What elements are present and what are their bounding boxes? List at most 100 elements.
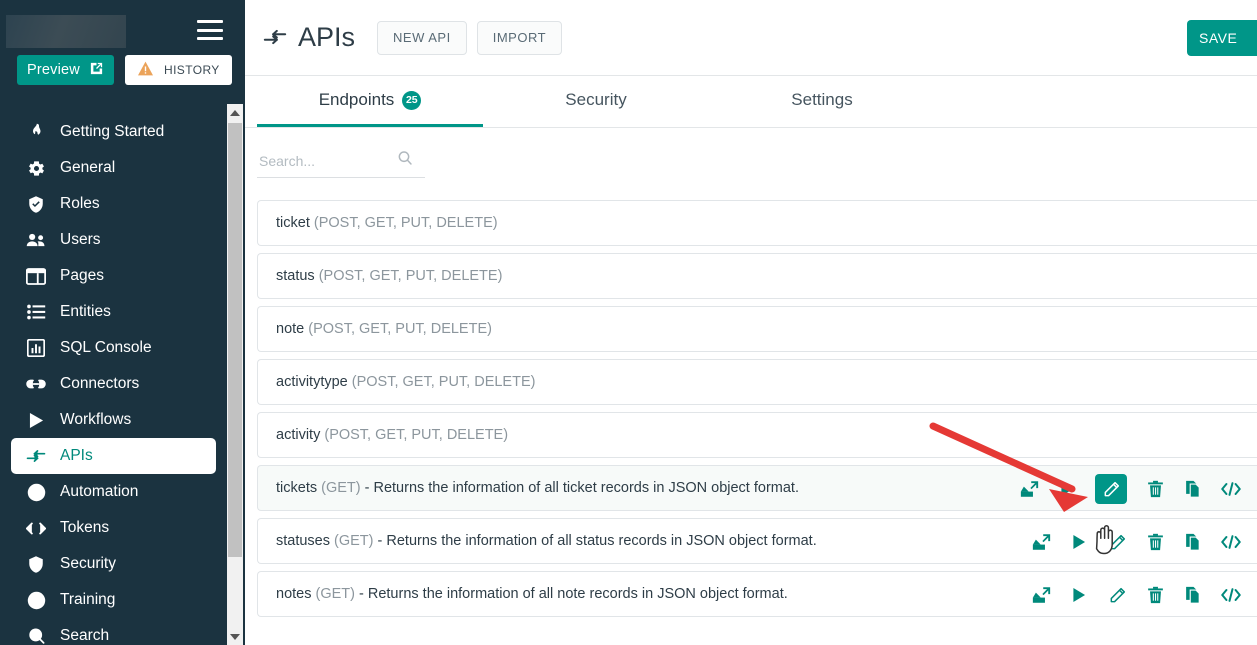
endpoint-label: ticket (POST, GET, PUT, DELETE) [276,215,498,231]
question-circle-icon [26,590,46,610]
run-play-icon[interactable] [1057,479,1077,499]
edit-pencil-icon[interactable] [1107,532,1127,552]
endpoint-row[interactable]: tickets (GET) - Returns the information … [257,465,1257,511]
sidebar-item-security[interactable]: Security [11,546,216,582]
sidebar-item-label: Workflows [60,411,132,428]
sidebar-item-workflows[interactable]: Workflows [11,402,216,438]
preview-button[interactable]: Preview [17,55,114,85]
endpoint-name: statuses [276,533,330,549]
endpoint-verbs: (GET) [334,533,374,549]
tab-label: Security [565,90,627,109]
users-icon [26,230,46,250]
scrollbar-thumb[interactable] [228,123,242,557]
sidebar-item-getting-started[interactable]: Getting Started [11,114,216,150]
sidebar-item-tokens[interactable]: Tokens [11,510,216,546]
sidebar-item-connectors[interactable]: Connectors [11,366,216,402]
view-code-icon[interactable] [1221,585,1241,605]
endpoint-row[interactable]: status (POST, GET, PUT, DELETE) [257,253,1257,299]
bar-chart-icon [26,338,46,358]
endpoint-verbs: (GET) [315,586,355,602]
import-export-icon[interactable] [1019,479,1039,499]
tab-endpoints[interactable]: Endpoints 25 [257,76,483,127]
history-button[interactable]: HISTORY [125,55,232,85]
import-export-icon[interactable] [1031,585,1051,605]
sidebar-item-entities[interactable]: Entities [11,294,216,330]
main-content: APIs NEW API IMPORT SAVE Endpoints 25 Se… [245,0,1257,645]
edit-pencil-icon[interactable] [1107,585,1127,605]
row-actions [1031,572,1241,618]
run-play-icon[interactable] [1069,585,1089,605]
delete-trash-icon[interactable] [1145,479,1165,499]
row-actions [1019,466,1241,512]
external-link-icon [89,61,104,80]
sidebar-item-label: Getting Started [60,123,165,140]
sidebar-item-label: Search [60,627,110,644]
endpoint-label: activity (POST, GET, PUT, DELETE) [276,427,508,443]
sidebar-item-label: Users [60,231,101,248]
delete-trash-icon[interactable] [1145,532,1165,552]
edit-pencil-icon[interactable] [1095,474,1127,504]
sidebar-item-pages[interactable]: Pages [11,258,216,294]
sidebar-item-automation[interactable]: Automation [11,474,216,510]
endpoint-desc: - Returns the information of all status … [377,533,817,549]
search-row [245,128,1257,178]
row-actions [1031,519,1241,565]
endpoint-row[interactable]: note (POST, GET, PUT, DELETE) [257,306,1257,352]
sidebar-item-users[interactable]: Users [11,222,216,258]
sidebar-item-general[interactable]: General [11,150,216,186]
scroll-up-arrow-icon[interactable] [227,104,243,121]
search-input[interactable] [257,152,397,169]
sidebar-item-search[interactable]: Search [11,618,216,645]
endpoint-name: notes [276,586,312,602]
import-export-icon[interactable] [1031,532,1051,552]
endpoint-row[interactable]: activity (POST, GET, PUT, DELETE) [257,412,1257,458]
hamburger-icon[interactable] [197,20,223,40]
endpoint-label: notes (GET) - Returns the information of… [276,586,788,602]
endpoint-name: activity [276,427,321,443]
tab-security[interactable]: Security [483,76,709,127]
gear-icon [26,158,46,178]
search-circle-icon [26,626,46,645]
endpoint-name: note [276,321,305,337]
endpoint-row[interactable]: notes (GET) - Returns the information of… [257,571,1257,617]
view-code-icon[interactable] [1221,532,1241,552]
sidebar-item-sql-console[interactable]: SQL Console [11,330,216,366]
endpoint-name: tickets [276,480,318,496]
sidebar-item-training[interactable]: Training [11,582,216,618]
shield-icon [26,554,46,574]
endpoint-row[interactable]: activitytype (POST, GET, PUT, DELETE) [257,359,1257,405]
layout-icon [26,266,46,286]
duplicate-copy-icon[interactable] [1183,585,1203,605]
search-icon[interactable] [397,150,413,171]
sidebar-item-roles[interactable]: Roles [11,186,216,222]
duplicate-copy-icon[interactable] [1183,532,1203,552]
new-api-button[interactable]: NEW API [377,20,467,55]
sidebar-item-label: Entities [60,303,111,320]
sidebar-item-label: Pages [60,267,104,284]
sidebar-nav: Getting Started General Roles Users Page… [0,104,227,645]
delete-trash-icon[interactable] [1145,585,1165,605]
link-icon [26,374,46,394]
endpoint-name: activitytype [276,374,348,390]
tab-label: Endpoints [318,90,395,109]
endpoint-row[interactable]: ticket (POST, GET, PUT, DELETE) [257,200,1257,246]
endpoint-row[interactable]: statuses (GET) - Returns the information… [257,518,1257,564]
sidebar-item-label: Connectors [60,375,140,392]
sidebar-scrollbar[interactable] [227,104,243,645]
search-field[interactable] [257,150,425,178]
duplicate-copy-icon[interactable] [1183,479,1203,499]
tab-settings[interactable]: Settings [709,76,935,127]
import-button[interactable]: IMPORT [476,20,563,55]
sidebar-item-label: Security [60,555,116,572]
save-button[interactable]: SAVE [1187,20,1257,56]
sidebar-item-apis[interactable]: APIs [11,438,216,474]
endpoint-label: tickets (GET) - Returns the information … [276,480,799,496]
scroll-down-arrow-icon[interactable] [227,628,243,645]
sidebar-item-label: General [60,159,116,176]
endpoint-label: note (POST, GET, PUT, DELETE) [276,321,492,337]
page-title-text: APIs [298,22,356,52]
endpoints-list: ticket (POST, GET, PUT, DELETE) status (… [245,200,1257,617]
run-play-icon[interactable] [1069,532,1089,552]
view-code-icon[interactable] [1221,479,1241,499]
tab-bar: Endpoints 25 Security Settings [245,76,1257,128]
